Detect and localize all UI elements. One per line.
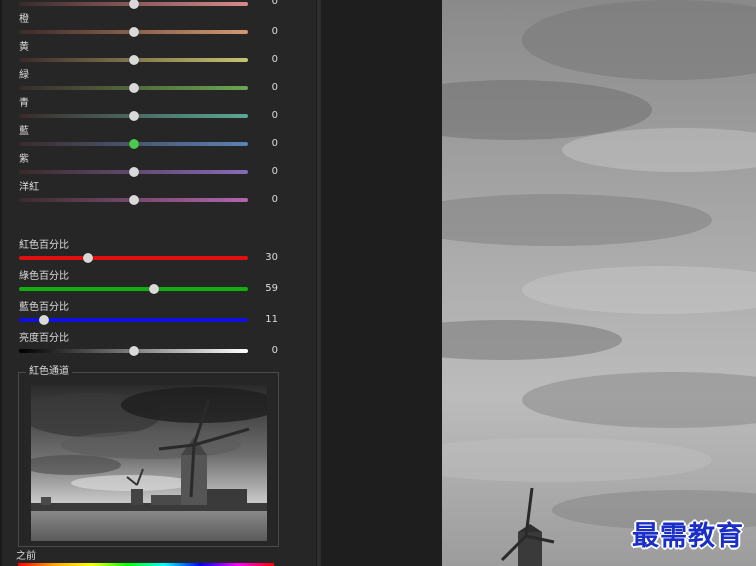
slider-label-yellow: 黄 (19, 42, 29, 53)
slider-label-green: 緑 (19, 70, 29, 81)
slider-label-red-percent: 紅色百分比 (19, 240, 69, 251)
slider-thumb-green[interactable] (128, 83, 139, 93)
slider-value-green: 0 (271, 82, 278, 93)
slider-thumb-brightness-percent[interactable] (128, 346, 139, 356)
slider-thumb-orange[interactable] (128, 27, 139, 37)
slider-value-blue-percent: 11 (265, 314, 278, 325)
settings-panel: 0 橙 0 黄 0 緑 0 青 0 藍 0 紫 0 洋紅 0 紅色百分比 30 … (0, 0, 316, 566)
windmill-thumbnail-image (31, 385, 267, 541)
slider-track-green-percent[interactable] (19, 287, 248, 291)
slider-thumb-green-percent[interactable] (149, 284, 160, 294)
slider-thumb-cyan[interactable] (128, 111, 139, 121)
slider-value-blue: 0 (271, 138, 278, 149)
before-label: 之前 (16, 551, 36, 562)
slider-label-blue: 藍 (19, 126, 29, 137)
channel-preview-image (31, 385, 267, 541)
slider-value-red: 0 (271, 0, 278, 7)
slider-thumb-blue[interactable] (128, 139, 139, 149)
slider-value-red-percent: 30 (265, 252, 278, 263)
slider-label-green-percent: 綠色百分比 (19, 271, 69, 282)
slider-thumb-magenta[interactable] (128, 195, 139, 205)
slider-label-purple: 紫 (19, 154, 29, 165)
channel-preview-title: 紅色通道 (26, 366, 72, 378)
grayscale-windmill-image (442, 0, 756, 566)
slider-value-cyan: 0 (271, 110, 278, 121)
slider-label-orange: 橙 (19, 14, 29, 25)
slider-label-brightness-percent: 亮度百分比 (19, 333, 69, 344)
slider-value-orange: 0 (271, 26, 278, 37)
panel-edge (0, 0, 2, 566)
slider-thumb-red-percent[interactable] (82, 253, 93, 263)
canvas-background (321, 0, 442, 566)
slider-value-yellow: 0 (271, 54, 278, 65)
slider-value-magenta: 0 (271, 194, 278, 205)
slider-value-brightness-percent: 0 (271, 345, 278, 356)
slider-label-blue-percent: 藍色百分比 (19, 302, 69, 313)
slider-thumb-blue-percent[interactable] (39, 315, 50, 325)
slider-thumb-purple[interactable] (128, 167, 139, 177)
slider-value-green-percent: 59 (265, 283, 278, 294)
watermark-text: 最需教育 (632, 521, 744, 552)
slider-track-blue-percent[interactable] (19, 318, 248, 322)
slider-label-magenta: 洋紅 (19, 182, 39, 193)
image-preview (442, 0, 756, 566)
slider-label-cyan: 青 (19, 98, 29, 109)
slider-track-red-percent[interactable] (19, 256, 248, 260)
slider-thumb-yellow[interactable] (128, 55, 139, 65)
slider-value-purple: 0 (271, 166, 278, 177)
slider-thumb-red[interactable] (128, 0, 139, 9)
